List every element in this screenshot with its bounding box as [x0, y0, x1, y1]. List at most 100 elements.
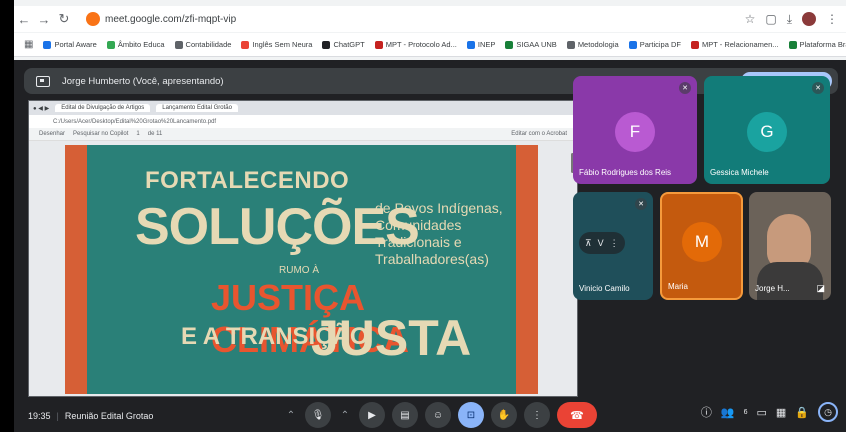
meeting-name: Reunião Edital Grotao: [64, 411, 154, 421]
shared-page-current: 1: [136, 131, 140, 137]
shared-tab: Edital de Divulgação de Artigos: [55, 104, 151, 112]
participant-video-body: [757, 262, 823, 300]
menu-icon[interactable]: ⋮: [826, 12, 838, 26]
slide-line3: de Povos Indígenas, Comunidades Tradicio…: [375, 200, 503, 267]
chevron-up-icon[interactable]: ⌃: [338, 402, 352, 428]
bookmark-favicon-icon: [43, 40, 52, 49]
bookmark-item[interactable]: Metodologia: [566, 40, 619, 49]
info-icon[interactable]: ⓘ: [701, 404, 712, 420]
bookmark-item[interactable]: Plataforma Brasil: [788, 40, 846, 49]
download-icon[interactable]: ⤓: [787, 12, 792, 27]
avatar: V: [597, 238, 604, 248]
slide-left-band: [65, 145, 87, 394]
emoji-button[interactable]: ☺: [425, 402, 451, 428]
bookmark-favicon-icon: [690, 40, 699, 49]
profile-avatar[interactable]: [802, 12, 816, 26]
mic-muted-icon: ✕: [635, 198, 647, 210]
bookmark-item[interactable]: MPT - Protocolo Ad...: [374, 40, 457, 49]
slide-line1: FORTALECENDO: [145, 167, 350, 194]
captions-button[interactable]: ▤: [392, 402, 418, 428]
bookmark-item[interactable]: Participa DF: [628, 40, 681, 49]
back-icon[interactable]: ←: [14, 12, 34, 27]
bookmark-favicon-icon: [174, 40, 183, 49]
reload-icon[interactable]: ↻: [54, 11, 74, 27]
shared-tab: Lançamento Edital Grotão: [156, 104, 238, 112]
participant-name: Vinicio Camilo: [579, 284, 630, 293]
bookmark-item[interactable]: Âmbito Educa: [106, 40, 165, 49]
bookmark-item[interactable]: INEP: [466, 40, 495, 49]
participant-tile[interactable]: Jorge H... ◪: [749, 192, 831, 300]
shared-pdf-page: FORTALECENDO SOLUÇÕES de Povos Indígenas…: [29, 141, 577, 396]
bookmark-favicon-icon: [505, 40, 514, 49]
camera-button[interactable]: ▶: [359, 402, 385, 428]
bookmark-item[interactable]: ChatGPT: [322, 40, 365, 49]
bookmark-favicon-icon: [788, 40, 797, 49]
participant-video-face: [767, 214, 811, 269]
bookmark-item[interactable]: MPT - Relacionamen...: [690, 40, 779, 49]
pin-icon[interactable]: ⊼: [585, 238, 592, 249]
shared-page-total: de 11: [147, 131, 163, 137]
participant-name: Gessica Michele: [710, 168, 769, 177]
avatar: M: [682, 222, 722, 262]
address-bar[interactable]: meet.google.com/zfi-mqpt-vip: [82, 9, 742, 29]
forward-icon[interactable]: →: [34, 12, 54, 27]
more-options-icon[interactable]: ⋮: [610, 238, 619, 249]
star-icon[interactable]: ☆: [745, 12, 756, 26]
shared-search-tool: Pesquisar no Copilot: [73, 131, 129, 137]
participant-tile[interactable]: M Maria: [660, 192, 743, 300]
leave-call-button[interactable]: ☎: [557, 402, 597, 428]
chat-icon[interactable]: ▭: [756, 406, 766, 419]
meet-favicon-icon: [86, 12, 100, 26]
bookmark-favicon-icon: [628, 40, 637, 49]
bookmark-item[interactable]: Contabilidade: [174, 40, 231, 49]
participant-tile[interactable]: ✕ ⊼ V ⋮ Vinicio Camilo: [573, 192, 653, 300]
tile-hover-controls: ⊼ V ⋮: [579, 232, 625, 254]
separator: |: [56, 411, 59, 421]
bookmark-item[interactable]: Portal Aware: [43, 40, 97, 49]
present-screen-icon: [36, 75, 50, 87]
raise-hand-button[interactable]: ✋: [491, 402, 517, 428]
mic-button[interactable]: 🎙: [305, 402, 331, 428]
shared-address-bar: C:/Users/Acer/Desktop/Edital%20Grotao%20…: [29, 115, 577, 128]
activities-icon[interactable]: ▦: [776, 406, 786, 419]
browser-chrome: ← → ↻ meet.google.com/zfi-mqpt-vip ☆ ▢ ⤓…: [14, 0, 846, 60]
bookmark-item[interactable]: SIGAA UNB: [505, 40, 557, 49]
participant-name: Maria: [668, 282, 689, 291]
shared-window-controls-icon: ● ◀ ▶: [33, 105, 50, 112]
shared-pdf-toolbar: Desenhar Pesquisar no Copilot 1 de 11 Ed…: [29, 128, 577, 141]
avatar: F: [615, 112, 655, 152]
bookmark-item[interactable]: Inglês Sem Neura: [241, 40, 312, 49]
mic-muted-icon: ✕: [679, 82, 691, 94]
people-icon[interactable]: 👥: [721, 406, 735, 419]
avatar: G: [747, 112, 787, 152]
more-options-button[interactable]: ⋮: [524, 402, 550, 428]
participant-name: Jorge H...: [755, 284, 790, 293]
shared-screen: ● ◀ ▶ Edital de Divulgação de Artigos La…: [28, 100, 578, 397]
url-text: meet.google.com/zfi-mqpt-vip: [105, 13, 237, 25]
shared-url: C:/Users/Acer/Desktop/Edital%20Grotao%20…: [53, 118, 217, 125]
mic-muted-icon: ✕: [812, 82, 824, 94]
participant-tile[interactable]: ✕ F Fábio Rodrigues dos Reis: [573, 76, 697, 184]
bookmark-favicon-icon: [566, 40, 575, 49]
shared-acrobat-tool: Editar com o Acrobat: [511, 131, 567, 137]
presenter-label: Jorge Humberto (Você, apresentando): [62, 75, 224, 87]
shared-draw-tool: Desenhar: [39, 131, 66, 137]
bookmark-favicon-icon: [106, 40, 115, 49]
meeting-controls-bar: 19:35 | Reunião Edital Grotao ⌃ 🎙 ⌃ ▶ ▤ …: [14, 400, 846, 432]
present-button[interactable]: ⊡: [458, 402, 484, 428]
bookmark-favicon-icon: [374, 40, 383, 49]
chevron-up-icon[interactable]: ⌃: [284, 402, 298, 428]
bookmark-favicon-icon: [466, 40, 475, 49]
slide-line7: JUSTA: [311, 310, 472, 366]
apps-icon[interactable]: ▦: [24, 39, 33, 50]
bookmark-favicon-icon: [322, 40, 331, 49]
participant-tile[interactable]: ✕ G Gessica Michele: [704, 76, 830, 184]
slide-line4: RUMO À: [279, 265, 319, 276]
bookmarks-bar: ▦ Portal Aware Âmbito Educa Contabilidad…: [14, 33, 846, 57]
participant-name: Fábio Rodrigues dos Reis: [579, 168, 672, 177]
bookmark-favicon-icon: [241, 40, 250, 49]
profile-avatar[interactable]: ◷: [818, 402, 838, 422]
pip-icon[interactable]: ◪: [816, 283, 825, 294]
extensions-icon[interactable]: ▢: [765, 12, 776, 26]
host-controls-icon[interactable]: 🔒: [795, 406, 809, 419]
